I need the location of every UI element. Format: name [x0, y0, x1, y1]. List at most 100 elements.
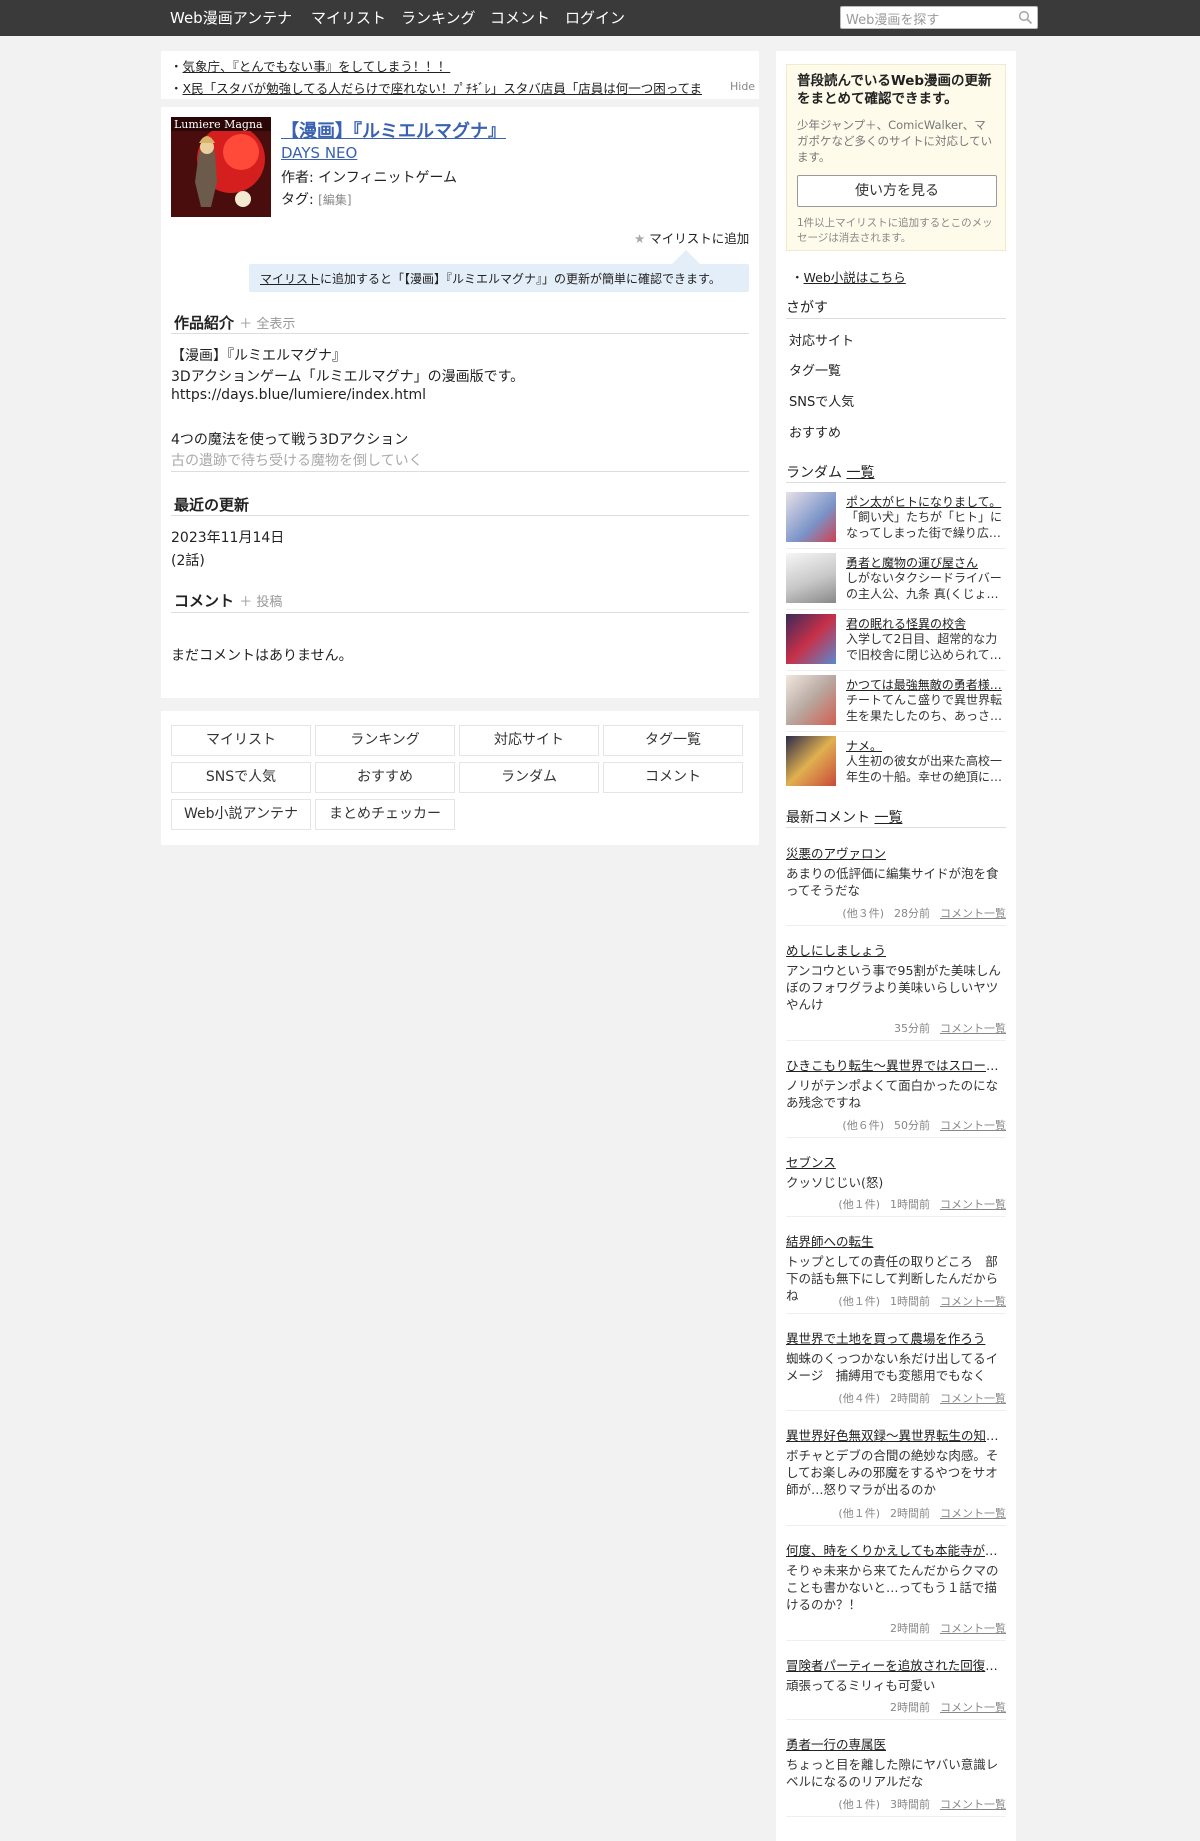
random-title[interactable]: ポン太がヒトになりまして。 [846, 493, 1004, 510]
comment-manga-title[interactable]: 冒険者パーティーを追放された回復士… [786, 1655, 1006, 1674]
comment-body: 蜘蛛のくっつかない糸だけ出してるイメージ 捕縛用でも変態用でもなく [786, 1351, 999, 1383]
random-thumb[interactable] [786, 736, 836, 786]
random-desc: 「飼い犬」たちが「ヒト」になってしまった街で繰り広… [846, 510, 1003, 540]
comment-manga-title[interactable]: 異世界好色無双録～異世界転生の知恵… [786, 1425, 1006, 1444]
nav-login[interactable]: ログイン [565, 0, 625, 36]
comment-body: ボチャとデブの合間の絶妙な肉感。そしてお楽しみの邪魔をするやつをサオ師が…怒りマ… [786, 1448, 999, 1497]
no-comments-text: まだコメントはありません。 [171, 648, 353, 664]
post-comment-button[interactable]: ＋ 投稿 [239, 595, 282, 610]
comment-manga-title[interactable]: 勇者一行の専属医 [786, 1734, 1006, 1753]
sidebar-item-sns[interactable]: SNSで人気 [789, 391, 854, 410]
random-title[interactable]: ナメ。 [846, 737, 1004, 754]
manga-cover[interactable]: Lumiere Magna [171, 117, 271, 217]
random-thumb[interactable] [786, 492, 836, 542]
nav-ranking[interactable]: ランキング [401, 0, 476, 36]
footer-comment-button[interactable]: コメント [603, 762, 743, 793]
section-divider [171, 333, 749, 334]
footer-ranking-button[interactable]: ランキング [315, 725, 455, 756]
item-divider [786, 1040, 1006, 1041]
item-divider [786, 670, 1006, 671]
comment-manga-title[interactable]: めしにしましょう [786, 940, 1006, 959]
footer-mylist-button[interactable]: マイリスト [171, 725, 311, 756]
manga-site-link[interactable]: DAYS NEO [281, 144, 357, 162]
manga-tags: タグ: [編集] [281, 192, 352, 208]
intro-line: 3Dアクションゲーム「ルミエルマグナ」の漫画版です。 [171, 369, 525, 385]
comment-list-link[interactable]: コメント一覧 [940, 1198, 1006, 1211]
author-name[interactable]: インフィニットゲーム [318, 170, 457, 186]
comment-meta: (他６件) 50分前 コメント一覧 [842, 1119, 1006, 1132]
random-title[interactable]: かつては最強無敵の勇者様… [846, 676, 1004, 693]
section-divider [786, 482, 1006, 483]
comment-manga-title[interactable]: 異世界で土地を買って農場を作ろう [786, 1328, 1006, 1347]
footer-novel-button[interactable]: Web小説アンテナ [171, 799, 311, 830]
random-thumb[interactable] [786, 614, 836, 664]
comment-body: ノリがテンポよくて面白かったのになあ残念ですね [786, 1078, 999, 1110]
intro-line-faded: 古の遺跡で待ち受ける魔物を倒していく [171, 453, 423, 469]
comment-manga-title[interactable]: セブンス [786, 1152, 1006, 1171]
show-all-toggle[interactable]: ＋ 全表示 [239, 317, 295, 332]
comment-body: ちょっと目を離した隙にヤバい意識レベルになるのリアルだな [786, 1757, 999, 1789]
section-divider [786, 318, 1006, 319]
sidebar-item-recommend[interactable]: おすすめ [789, 422, 841, 441]
promo-title: 普段読んでいるWeb漫画の更新をまとめて確認できます。 [797, 73, 992, 107]
manga-title[interactable]: 【漫画】『ルミエルマグナ』 [281, 117, 506, 143]
comment-list-link[interactable]: コメント一覧 [940, 1701, 1006, 1714]
news-item[interactable]: ・気象庁、『とんでもない事』をしてしまう！！！ [170, 56, 730, 75]
footer-recommend-button[interactable]: おすすめ [315, 762, 455, 793]
manga-author: 作者: インフィニットゲーム [281, 170, 458, 186]
item-divider [786, 1719, 1006, 1720]
comments-heading: コメント ＋ 投稿 [174, 592, 283, 610]
search-icon[interactable] [1018, 10, 1033, 25]
comment-meta: (他３件) 28分前 コメント一覧 [842, 907, 1006, 920]
news-item[interactable]: ・X民「スタバが勉強してる人だらけで座れない！ﾌﾟﾁｷﾞﾚ」スタバ店員「店員は何… [170, 78, 725, 97]
footer-sites-button[interactable]: 対応サイト [459, 725, 599, 756]
comment-manga-title[interactable]: 結界師への転生 [786, 1231, 1006, 1250]
how-to-use-button[interactable]: 使い方を見る [797, 175, 997, 207]
random-desc: 人生初の彼女が出来た高校一年生の十船。幸せの絶頂に… [846, 754, 1003, 784]
comment-list-link[interactable]: コメント一覧 [940, 1022, 1006, 1035]
tooltip-arrow [672, 250, 700, 264]
cover-title-text: Lumiere Magna [174, 118, 263, 131]
item-divider [786, 1137, 1006, 1138]
comment-list-link[interactable]: コメント一覧 [940, 1119, 1006, 1132]
tag-edit-link[interactable]: [編集] [318, 193, 351, 207]
comment-list-link[interactable]: コメント一覧 [940, 1392, 1006, 1405]
footer-tags-button[interactable]: タグ一覧 [603, 725, 743, 756]
item-divider [786, 1410, 1006, 1411]
mylist-add-button[interactable]: ★ マイリストに追加 [634, 228, 749, 247]
random-title[interactable]: 君の眠れる怪異の校舎 [846, 615, 1004, 632]
comment-meta: (他１件) 2時間前 コメント一覧 [838, 1507, 1006, 1520]
sidebar-item-tags[interactable]: タグ一覧 [789, 360, 841, 379]
star-icon: ★ [634, 231, 646, 246]
random-title[interactable]: 勇者と魔物の運び屋さん [846, 554, 1004, 571]
item-divider [786, 1313, 1006, 1314]
site-logo[interactable]: Web漫画アンテナ [170, 0, 292, 36]
comment-manga-title[interactable]: ひきこもり転生～異世界ではスローラ… [786, 1055, 1006, 1074]
comment-list-link[interactable]: コメント一覧 [940, 1295, 1006, 1308]
random-list-link[interactable]: 一覧 [846, 465, 874, 481]
latest-comments-list-link[interactable]: 一覧 [874, 810, 902, 826]
footer-matome-button[interactable]: まとめチェッカー [315, 799, 455, 830]
item-divider [786, 548, 1006, 549]
sidebar-item-sites[interactable]: 対応サイト [789, 330, 854, 349]
comment-list-link[interactable]: コメント一覧 [940, 1798, 1006, 1811]
search-input[interactable]: Web漫画を探す [840, 6, 1038, 29]
comment-list-link[interactable]: コメント一覧 [940, 1507, 1006, 1520]
nav-comment[interactable]: コメント [490, 0, 550, 36]
comment-manga-title[interactable]: 何度、時をくりかえしても本能寺が燃… [786, 1540, 1006, 1559]
footer-sns-button[interactable]: SNSで人気 [171, 762, 311, 793]
random-thumb[interactable] [786, 553, 836, 603]
tooltip-mylist-link[interactable]: マイリスト [260, 272, 320, 286]
comment-meta: (他４件) 2時間前 コメント一覧 [838, 1392, 1006, 1405]
update-episodes[interactable]: (2話) [171, 550, 205, 570]
comment-list-link[interactable]: コメント一覧 [940, 1622, 1006, 1635]
novel-link[interactable]: ・Web小説はこちら [791, 267, 906, 286]
section-divider [171, 612, 749, 613]
comment-manga-title[interactable]: 災悪のアヴァロン [786, 843, 1006, 862]
news-hide-link[interactable]: Hide [730, 80, 755, 93]
random-heading: ランダム 一覧 [786, 465, 875, 481]
comment-list-link[interactable]: コメント一覧 [940, 907, 1006, 920]
random-thumb[interactable] [786, 675, 836, 725]
nav-mylist[interactable]: マイリスト [311, 0, 386, 36]
footer-random-button[interactable]: ランダム [459, 762, 599, 793]
